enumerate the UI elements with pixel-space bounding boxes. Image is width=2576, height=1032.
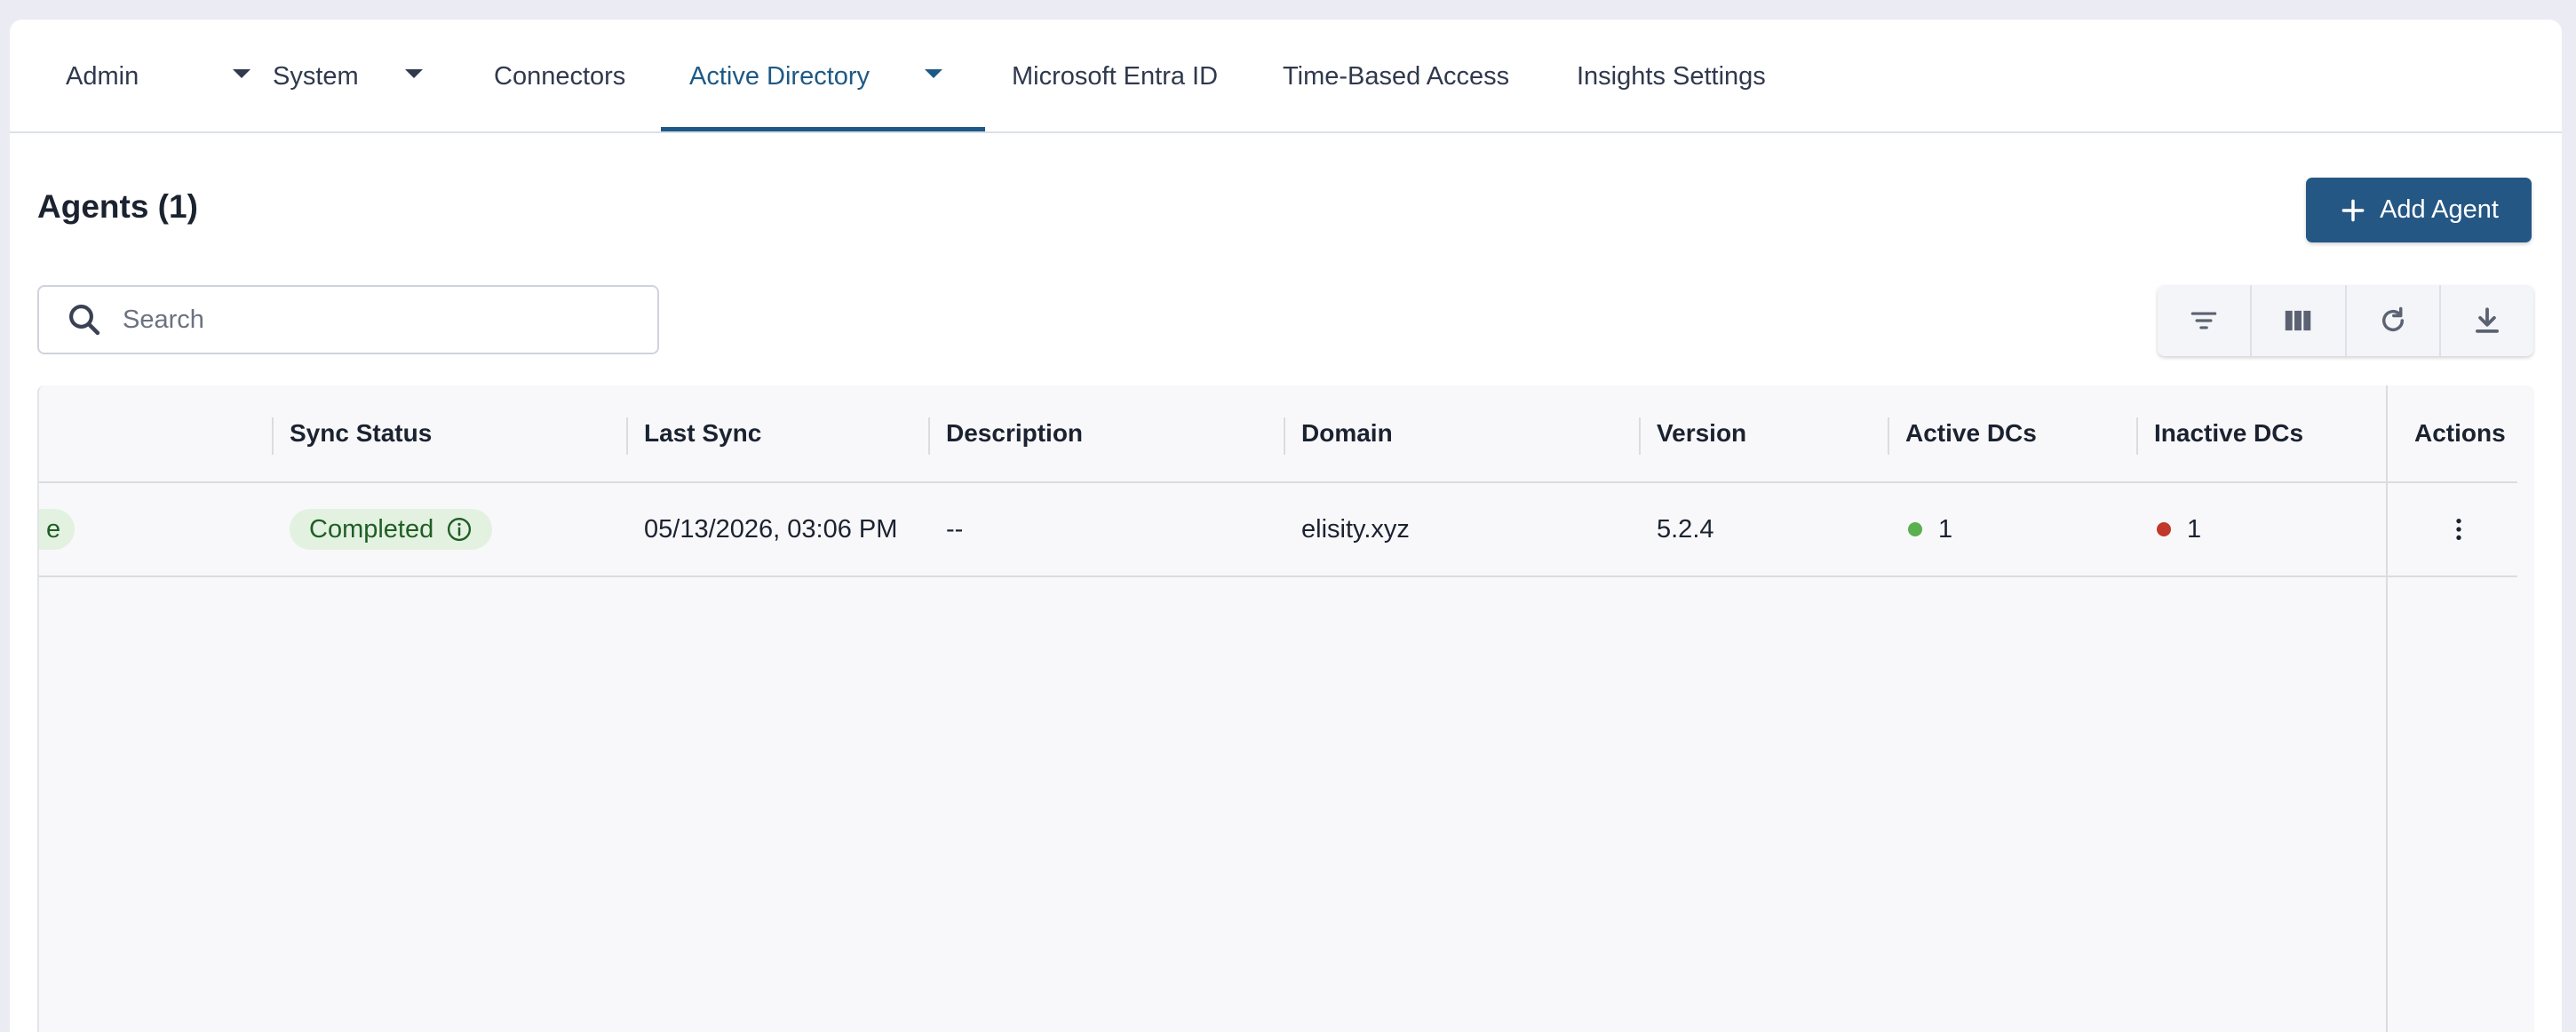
table-toolbar xyxy=(2158,285,2533,356)
cell-domain: elisity.xyz xyxy=(1301,514,1410,544)
column-resize-handle[interactable] xyxy=(2136,417,2138,455)
tab-system[interactable]: System xyxy=(273,20,423,133)
column-header-version[interactable]: Version xyxy=(1657,385,1746,481)
inactive-dcs-value: 1 xyxy=(2187,514,2202,544)
active-tab-indicator xyxy=(661,127,985,131)
actions-column-divider xyxy=(2386,385,2388,1032)
status-chip: e xyxy=(39,509,75,550)
refresh-button[interactable] xyxy=(2347,285,2441,356)
columns-icon xyxy=(2286,310,2311,331)
column-header-active-dcs[interactable]: Active DCs xyxy=(1905,385,2037,481)
column-header-inactive-dcs[interactable]: Inactive DCs xyxy=(2154,385,2303,481)
inactive-status-dot xyxy=(2157,522,2171,536)
tab-active-directory[interactable]: Active Directory xyxy=(689,20,942,133)
table-header-row: Sync Status Last Sync Description Domain… xyxy=(39,385,2517,483)
tab-insights-settings[interactable]: Insights Settings xyxy=(1577,20,1766,133)
filter-icon xyxy=(2190,312,2217,329)
info-icon[interactable] xyxy=(446,516,473,543)
active-status-dot xyxy=(1908,522,1922,536)
tab-time-based-access-label: Time-Based Access xyxy=(1283,61,1510,91)
tab-insights-settings-label: Insights Settings xyxy=(1577,61,1766,91)
cell-actions xyxy=(2441,483,2477,576)
tab-connectors-label: Connectors xyxy=(494,61,626,91)
top-tab-bar: Admin System Connectors Active Directory… xyxy=(10,20,2562,133)
tab-system-label: System xyxy=(273,61,359,91)
cell-active-dcs: 1 xyxy=(1908,483,1952,576)
filter-button[interactable] xyxy=(2158,285,2253,356)
tab-admin-label: Admin xyxy=(66,61,139,91)
download-icon xyxy=(2475,307,2499,333)
search-icon xyxy=(69,305,100,336)
chevron-down-icon xyxy=(925,69,942,78)
download-button[interactable] xyxy=(2441,285,2533,356)
tab-time-based-access[interactable]: Time-Based Access xyxy=(1283,20,1509,133)
column-resize-handle[interactable] xyxy=(1284,417,1285,455)
active-dcs-value: 1 xyxy=(1938,514,1953,544)
cell-sync-status: Completed xyxy=(290,483,493,576)
plus-icon xyxy=(2341,199,2365,221)
status-chip-label: e xyxy=(46,514,61,544)
column-header-sync-status[interactable]: Sync Status xyxy=(290,385,432,481)
column-resize-handle[interactable] xyxy=(272,417,274,455)
cell-version: 5.2.4 xyxy=(1657,514,1714,544)
column-resize-handle[interactable] xyxy=(928,417,930,455)
column-header-actions: Actions xyxy=(2414,419,2506,447)
tab-active-directory-label: Active Directory xyxy=(689,61,871,91)
column-header-domain[interactable]: Domain xyxy=(1301,385,1393,481)
column-header-last-sync[interactable]: Last Sync xyxy=(644,385,761,481)
chevron-down-icon xyxy=(405,69,423,78)
cell-inactive-dcs: 1 xyxy=(2157,483,2201,576)
columns-button[interactable] xyxy=(2252,285,2347,356)
tab-microsoft-entra-id-label: Microsoft Entra ID xyxy=(1012,61,1219,91)
cell-description: -- xyxy=(946,514,964,544)
tab-admin[interactable]: Admin xyxy=(66,20,250,133)
tab-connectors[interactable]: Connectors xyxy=(494,20,625,133)
settings-card: Admin System Connectors Active Directory… xyxy=(10,20,2562,1032)
search-box[interactable] xyxy=(37,285,659,354)
column-header-description[interactable]: Description xyxy=(946,385,1083,481)
column-resize-handle[interactable] xyxy=(1888,417,1889,455)
more-vertical-icon xyxy=(2456,519,2461,540)
add-agent-button[interactable]: Add Agent xyxy=(2306,178,2532,242)
search-input[interactable] xyxy=(121,304,622,336)
tab-microsoft-entra-id[interactable]: Microsoft Entra ID xyxy=(1012,20,1218,133)
agents-table: Sync Status Last Sync Description Domain… xyxy=(37,385,2534,1032)
row-actions-button[interactable] xyxy=(2441,512,2477,547)
add-agent-label: Add Agent xyxy=(2380,195,2499,224)
cell-last-sync: 05/13/2026, 03:06 PM xyxy=(644,514,898,544)
column-resize-handle[interactable] xyxy=(626,417,628,455)
chevron-down-icon xyxy=(233,69,250,78)
table-row[interactable]: e Completed 05/13/2026, 03:06 PM -- elis… xyxy=(39,483,2517,577)
refresh-icon xyxy=(2381,306,2404,331)
page-title: Agents (1) xyxy=(37,188,198,225)
sync-status-label: Completed xyxy=(309,514,434,544)
column-resize-handle[interactable] xyxy=(1639,417,1641,455)
sync-status-badge: Completed xyxy=(290,509,493,550)
